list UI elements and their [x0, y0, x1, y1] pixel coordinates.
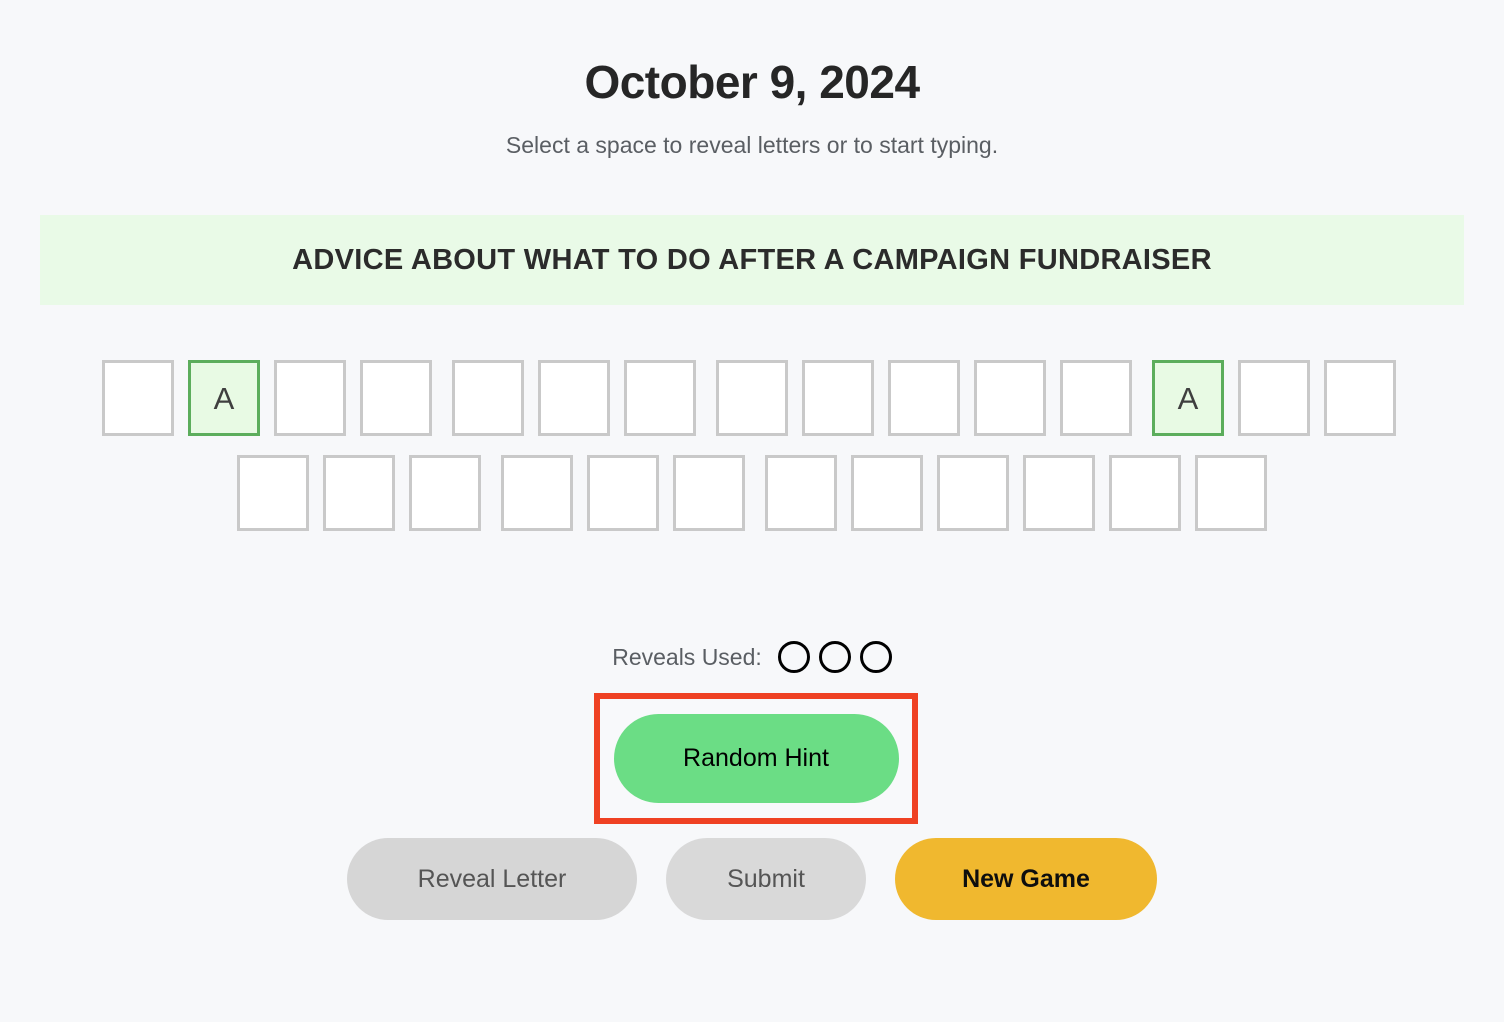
letter-cell-empty[interactable]: [1109, 455, 1181, 531]
letter-cell-empty[interactable]: [974, 360, 1046, 436]
letter-cell-empty[interactable]: [1060, 360, 1132, 436]
letter-cell-empty[interactable]: [538, 360, 610, 436]
letter-cell-empty[interactable]: [1023, 455, 1095, 531]
puzzle-row: AA: [0, 360, 1504, 436]
reveal-dot-icon: [818, 641, 851, 673]
letter-cell-empty[interactable]: [102, 360, 174, 436]
word-group: [716, 360, 1132, 436]
letter-cell-empty[interactable]: [673, 455, 745, 531]
reveal-dot-icon: [859, 641, 892, 673]
letter-cell-empty[interactable]: [274, 360, 346, 436]
reveals-used-label: Reveals Used:: [612, 643, 762, 670]
letter-cell-empty[interactable]: [1238, 360, 1310, 436]
reveals-dot-list: [777, 641, 892, 673]
random-hint-button[interactable]: Random Hint: [613, 714, 899, 803]
clue-text: ADVICE ABOUT WHAT TO DO AFTER A CAMPAIGN…: [292, 243, 1212, 276]
submit-button[interactable]: Submit: [666, 838, 866, 920]
letter-cell-empty[interactable]: [323, 455, 395, 531]
action-button-row: Reveal Letter Submit New Game: [0, 838, 1504, 920]
word-group: A: [102, 360, 432, 436]
word-group: [765, 455, 1267, 531]
letter-cell-empty[interactable]: [851, 455, 923, 531]
letter-cell-empty[interactable]: [452, 360, 524, 436]
word-group: [452, 360, 696, 436]
reveals-used: Reveals Used:: [0, 641, 1504, 673]
random-hint-highlight: Random Hint: [594, 693, 918, 824]
word-group: [501, 455, 745, 531]
letter-cell-empty[interactable]: [888, 360, 960, 436]
letter-cell-empty[interactable]: [765, 455, 837, 531]
letter-cell-empty[interactable]: [716, 360, 788, 436]
new-game-button[interactable]: New Game: [895, 838, 1157, 920]
page-title: October 9, 2024: [584, 56, 920, 108]
letter-cell-empty[interactable]: [501, 455, 573, 531]
reveal-dot-icon: [777, 641, 810, 673]
letter-cell-empty[interactable]: [360, 360, 432, 436]
clue-banner: ADVICE ABOUT WHAT TO DO AFTER A CAMPAIGN…: [40, 215, 1464, 305]
letter-cell-empty[interactable]: [802, 360, 874, 436]
word-group: A: [1152, 360, 1396, 436]
letter-cell-empty[interactable]: [1324, 360, 1396, 436]
puzzle-grid: AA: [0, 360, 1504, 531]
word-group: [237, 455, 481, 531]
letter-cell-empty[interactable]: [624, 360, 696, 436]
letter-cell-revealed[interactable]: A: [188, 360, 260, 436]
letter-cell-empty[interactable]: [937, 455, 1009, 531]
puzzle-row: [0, 455, 1504, 531]
letter-cell-empty[interactable]: [1195, 455, 1267, 531]
letter-cell-empty[interactable]: [587, 455, 659, 531]
puzzle-page: October 9, 2024 Select a space to reveal…: [0, 0, 1504, 1022]
letter-cell-revealed[interactable]: A: [1152, 360, 1224, 436]
letter-cell-empty[interactable]: [409, 455, 481, 531]
letter-cell-empty[interactable]: [237, 455, 309, 531]
reveal-letter-button[interactable]: Reveal Letter: [347, 838, 637, 920]
page-subtitle: Select a space to reveal letters or to s…: [505, 132, 999, 159]
